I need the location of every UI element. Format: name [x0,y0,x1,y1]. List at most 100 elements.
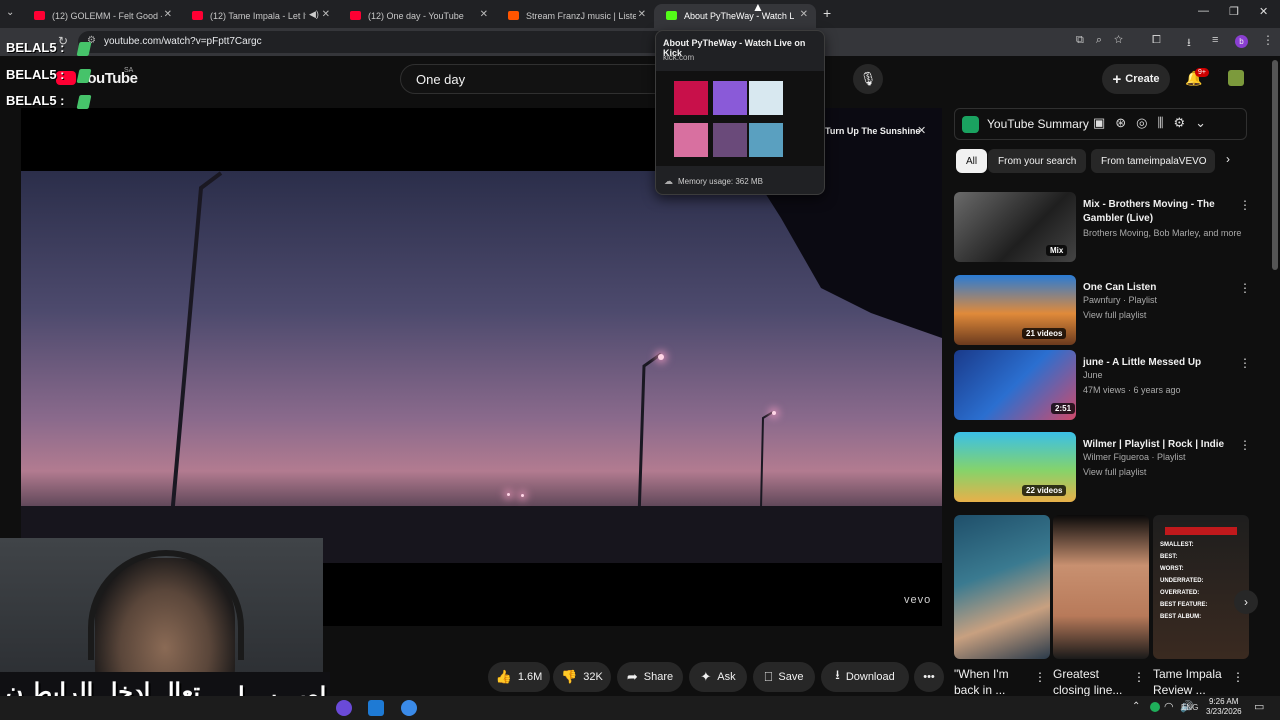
youtube-summary-bar[interactable]: YouTube Summary ▣⊛◎⫼⚙⌄ [954,108,1247,140]
tab-one-day[interactable]: (12) One day - YouTube ✕ [338,4,496,28]
dislike-count: 32K [583,671,603,683]
short-title[interactable]: Tame Impala Review ... [1153,666,1233,698]
rec-meta[interactable]: View full playlist [1083,467,1146,477]
taskbar-app-icon[interactable] [401,700,417,716]
short-thumbnail[interactable] [1053,515,1149,659]
more-options-icon[interactable]: ⋮ [1239,281,1251,295]
short-line: BEST: [1160,554,1178,560]
preview-tile [749,123,783,157]
profile-avatar[interactable]: b [1235,35,1248,48]
ask-button[interactable]: ✦ Ask [689,662,747,692]
more-options-icon[interactable]: ⋮ [1239,198,1251,212]
short-title[interactable]: Greatest closing line... [1053,666,1133,698]
more-icon: ••• [923,671,935,683]
youtube-icon [350,11,361,20]
save-button[interactable]: ⎕ Save [753,662,815,692]
rec-meta[interactable]: View full playlist [1083,310,1146,320]
street-light [772,411,776,415]
tab-franzj[interactable]: Stream FranzJ music | Listen to ✕ [496,4,654,28]
rec-meta: June [1083,370,1103,380]
preview-tile [713,81,747,115]
list-item[interactable]: 22 videos Wilmer | Playlist | Rock | Ind… [954,432,1254,510]
close-window-icon[interactable]: ✕ [1259,5,1268,18]
new-tab-icon[interactable]: + [823,5,831,21]
more-options-icon[interactable]: ⋮ [1133,670,1145,684]
chip-from-channel[interactable]: From tameimpalaVEVO [1091,149,1215,173]
kick-icon [666,11,677,20]
close-tab-icon[interactable]: ✕ [322,9,330,20]
short-header-bar [1165,527,1237,535]
close-tab-icon[interactable]: ✕ [638,9,646,20]
chip-label: All [966,155,978,167]
create-label: Create [1125,73,1160,85]
minimize-icon[interactable]: — [1198,5,1209,17]
notification-center-icon[interactable]: ▭ [1254,700,1264,713]
tab-tame-impala[interactable]: (12) Tame Impala - Let It Ha ◀) ✕ [180,4,338,28]
share-button[interactable]: ➦ Share [617,662,683,692]
thumbs-up-icon: 👍 [495,669,512,684]
shorts-next-button[interactable]: › [1234,590,1258,614]
next-video-title[interactable]: Turn Up The Sunshine [825,126,920,136]
more-actions-button[interactable]: ••• [914,662,944,692]
create-button[interactable]: + Create [1102,64,1170,94]
download-icon: ⭳ [835,667,840,682]
address-bar[interactable]: ⚙ youtube.com/watch?v=pFptt7Cargc [78,31,718,53]
tab-label: (12) Tame Impala - Let It Ha [210,11,306,21]
chip-all[interactable]: All [956,149,988,173]
clock-date[interactable]: 3/23/2026 [1206,707,1242,716]
close-icon[interactable]: ✕ [917,124,926,137]
close-tab-icon[interactable]: ✕ [800,9,808,20]
short-title[interactable]: "When I'm back in ... [954,666,1034,698]
account-avatar[interactable] [1228,70,1244,86]
more-options-icon[interactable]: ⋮ [1034,670,1046,684]
download-label: Download [845,671,895,683]
taskbar-app-icon[interactable] [368,700,384,716]
list-item[interactable]: 21 videos One Can Listen Pawnfury · Play… [954,275,1254,353]
tab-hover-card: About PyTheWay - Watch Live on Kick kick… [655,30,825,195]
bookmark-icon: ⎕ [764,669,773,684]
short-thumbnail[interactable]: SMALLEST: BEST: WORST: UNDERRATED: OVERR… [1153,515,1249,659]
save-label: Save [778,671,804,683]
tab-golemm[interactable]: (12) GOLEMM - Felt Good - Yo ✕ [22,4,180,28]
close-tab-icon[interactable]: ✕ [164,9,172,20]
chevron-right-icon[interactable]: › [1226,152,1230,166]
speaker-icon[interactable]: ◀) [309,9,319,20]
language-indicator[interactable]: ENG [1181,703,1198,712]
sparkle-icon: ✦ [700,669,712,684]
list-item[interactable]: 2:51 june - A Little Messed Up June 47M … [954,350,1254,428]
download-button[interactable]: ⭳ Download [821,662,909,692]
scrollbar[interactable] [1272,60,1278,270]
tab-pytheway[interactable]: About PyTheWay - Watch Live ✕ [654,4,816,28]
like-count: 1.6M [517,671,543,683]
clock-time[interactable]: 9:26 AM [1209,697,1238,706]
dislike-button[interactable]: 👎 32K [553,662,611,692]
video-count-badge: 21 videos [1022,328,1067,339]
download-icon[interactable]: ⭳ [1187,34,1191,53]
media-icon[interactable]: ≡ [1212,34,1218,46]
search-input[interactable]: One day [400,64,660,94]
summary-tools[interactable]: ▣⊛◎⫼⚙⌄ [1093,115,1216,131]
extension-bar: ⧉⌕☆ [1076,34,1135,46]
restore-icon[interactable]: ❐ [1229,5,1239,18]
rec-title: One Can Listen [1083,282,1157,293]
short-thumbnail[interactable] [954,515,1050,659]
menu-icon[interactable]: ⋮ [1262,33,1274,47]
more-options-icon[interactable]: ⋮ [1232,670,1244,684]
tray-chevron-icon[interactable]: ⌃ [1132,701,1140,712]
rec-title: june - A Little Messed Up [1083,357,1202,368]
wifi-icon[interactable]: ◠ [1164,700,1174,713]
tab-search-icon[interactable]: ⌄ [6,7,14,18]
share-icon: ➦ [626,669,638,684]
url-text: youtube.com/watch?v=pFptt7Cargc [104,36,262,47]
summary-logo-icon [962,116,979,133]
list-item[interactable]: Mix Mix - Brothers Moving - The Gambler … [954,192,1254,270]
close-tab-icon[interactable]: ✕ [480,9,488,20]
extensions-icon[interactable]: ⧠ [1152,34,1161,47]
more-options-icon[interactable]: ⋮ [1239,438,1251,452]
voice-search-icon[interactable]: 🎙 [853,64,883,94]
rec-meta: 47M views · 6 years ago [1083,385,1181,395]
chip-from-search[interactable]: From your search [988,149,1087,173]
taskbar-app-icon[interactable] [336,700,352,716]
like-button[interactable]: 👍 1.6M [488,662,550,692]
more-options-icon[interactable]: ⋮ [1239,356,1251,370]
